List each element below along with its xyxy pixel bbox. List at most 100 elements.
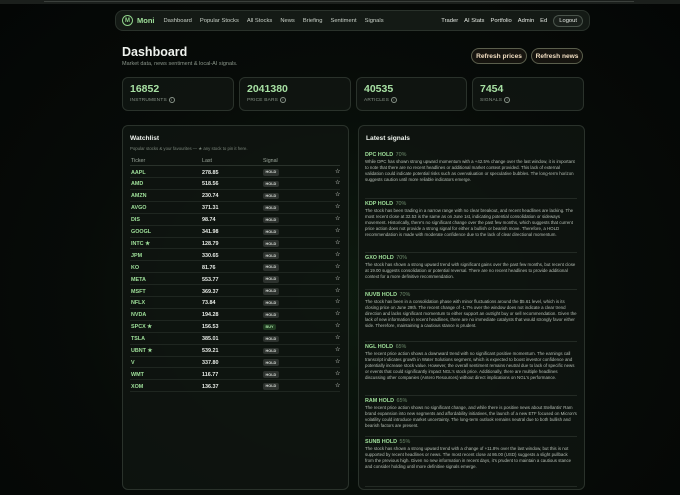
info-icon[interactable]: i bbox=[168, 97, 175, 103]
signal-heading[interactable]: NUVB HOLD 70% bbox=[365, 292, 577, 298]
star-outline-icon[interactable]: ☆ bbox=[335, 323, 340, 329]
signal-heading[interactable]: GXO HOLD 70% bbox=[365, 255, 577, 261]
ticker-link[interactable]: AMZN bbox=[131, 193, 147, 199]
refresh-prices-button[interactable]: Refresh prices bbox=[471, 48, 527, 64]
info-icon[interactable]: i bbox=[280, 97, 287, 103]
signal-heading[interactable]: NGL HOLD 65% bbox=[365, 344, 577, 350]
watchlist-row[interactable]: UBNT ★ 539.21 HOLD ☆ bbox=[130, 346, 340, 357]
star-outline-icon[interactable]: ☆ bbox=[335, 169, 340, 175]
watchlist-row[interactable]: AAPL 278.85 HOLD ☆ bbox=[130, 167, 340, 178]
star-outline-icon[interactable]: ☆ bbox=[335, 347, 340, 353]
ticker-link[interactable]: META bbox=[131, 277, 146, 283]
ticker-link[interactable]: GOOGL bbox=[131, 229, 151, 235]
signal-ticker-action[interactable]: KDP HOLD bbox=[365, 201, 393, 207]
ticker-link[interactable]: MSFT bbox=[131, 289, 146, 295]
watchlist-row[interactable]: DIS 98.74 HOLD ☆ bbox=[130, 215, 340, 226]
nav-link-dashboard[interactable]: Dashboard bbox=[164, 18, 192, 24]
nav-link-signals[interactable]: Signals bbox=[365, 18, 384, 24]
nav-link-news[interactable]: News bbox=[280, 18, 295, 24]
ticker-link[interactable]: WMT bbox=[131, 372, 144, 378]
star-outline-icon[interactable]: ☆ bbox=[335, 264, 340, 270]
signal-item[interactable]: RAM HOLD 65% The recent price action show… bbox=[365, 398, 577, 429]
signal-item[interactable]: GXO HOLD 70% The stock has shown a strong… bbox=[365, 255, 577, 280]
star-outline-icon[interactable]: ☆ bbox=[335, 192, 340, 198]
signal-item[interactable]: SUNB HOLD 55% The stock has shown a stron… bbox=[365, 439, 577, 470]
watchlist-row[interactable]: INTC ★ 128.79 HOLD ☆ bbox=[130, 238, 340, 250]
watchlist-row[interactable]: V 337.80 HOLD ☆ bbox=[130, 357, 340, 369]
star-outline-icon[interactable]: ☆ bbox=[335, 383, 340, 389]
signal-ticker-action[interactable]: SUNB HOLD bbox=[365, 439, 397, 445]
ticker-link[interactable]: XOM bbox=[131, 384, 143, 390]
star-outline-icon[interactable]: ☆ bbox=[335, 252, 340, 258]
star-outline-icon[interactable]: ☆ bbox=[335, 311, 340, 317]
watchlist-row[interactable]: NVDA 194.28 HOLD ☆ bbox=[130, 310, 340, 321]
refresh-news-button[interactable]: Refresh news bbox=[531, 48, 583, 64]
nav-link-ai-stats[interactable]: AI Stats bbox=[464, 18, 484, 24]
info-icon[interactable]: i bbox=[390, 97, 397, 103]
star-outline-icon[interactable]: ☆ bbox=[335, 180, 340, 186]
ticker-link[interactable]: JPM bbox=[131, 253, 142, 259]
ticker-link[interactable]: UBNT ★ bbox=[131, 348, 152, 354]
nav-link-admin[interactable]: Admin bbox=[518, 18, 534, 24]
ticker-link[interactable]: AVGO bbox=[131, 205, 146, 211]
signal-item[interactable]: NGL HOLD 65% The recent price action show… bbox=[365, 344, 577, 381]
signal-heading[interactable]: SUNB HOLD 55% bbox=[365, 439, 577, 445]
ticker-link[interactable]: KO bbox=[131, 265, 139, 271]
watchlist-row[interactable]: AMZN 230.74 HOLD ☆ bbox=[130, 191, 340, 202]
star-outline-icon[interactable]: ☆ bbox=[335, 299, 340, 305]
moni-logo-icon[interactable]: M bbox=[122, 15, 133, 26]
star-outline-icon[interactable]: ☆ bbox=[335, 288, 340, 294]
star-outline-icon[interactable]: ☆ bbox=[335, 335, 340, 341]
signal-heading[interactable]: DPC HOLD 70% bbox=[365, 152, 577, 158]
nav-link-popular-stocks[interactable]: Popular Stocks bbox=[200, 18, 239, 24]
signal-heading[interactable]: PRR-A HOLD 75% bbox=[365, 489, 577, 490]
watchlist-row[interactable]: GOOGL 341.98 HOLD ☆ bbox=[130, 227, 340, 238]
star-outline-icon[interactable]: ☆ bbox=[335, 276, 340, 282]
nav-link-portfolio[interactable]: Portfolio bbox=[490, 18, 511, 24]
signal-item[interactable]: NUVB HOLD 70% The stock has been in a con… bbox=[365, 292, 577, 329]
signal-ticker-action[interactable]: NGL HOLD bbox=[365, 344, 393, 350]
signal-ticker-action[interactable]: GXO HOLD bbox=[365, 255, 394, 261]
star-outline-icon[interactable]: ☆ bbox=[335, 228, 340, 234]
ticker-link[interactable]: SPCX ★ bbox=[131, 324, 152, 330]
ticker-link[interactable]: AAPL bbox=[131, 170, 146, 176]
star-outline-icon[interactable]: ☆ bbox=[335, 240, 340, 246]
watchlist-row[interactable]: WMT 116.77 HOLD ☆ bbox=[130, 369, 340, 381]
info-icon[interactable]: i bbox=[504, 97, 511, 103]
nav-link-user[interactable]: Ed bbox=[540, 18, 547, 24]
brand-name[interactable]: Moni bbox=[137, 16, 155, 25]
ticker-link[interactable]: V bbox=[131, 360, 135, 366]
watchlist-row[interactable]: MSFT 369.37 HOLD ☆ bbox=[130, 286, 340, 297]
nav-link-briefing[interactable]: Briefing bbox=[303, 18, 323, 24]
star-outline-icon[interactable]: ☆ bbox=[335, 359, 340, 365]
signal-ticker-action[interactable]: NUVB HOLD bbox=[365, 292, 397, 298]
watchlist-row[interactable]: SPCX ★ 156.53 BUY ☆ bbox=[130, 322, 340, 333]
signal-heading[interactable]: KDP HOLD 70% bbox=[365, 201, 577, 207]
signal-item[interactable]: KDP HOLD 70% The stock has been trading i… bbox=[365, 201, 577, 238]
watchlist-row[interactable]: META 553.77 HOLD ☆ bbox=[130, 274, 340, 286]
signal-ticker-action[interactable]: PRR-A HOLD bbox=[365, 489, 399, 490]
star-outline-icon[interactable]: ☆ bbox=[335, 216, 340, 222]
watchlist-row[interactable]: TSLA 385.01 HOLD ☆ bbox=[130, 334, 340, 345]
ticker-link[interactable]: INTC ★ bbox=[131, 241, 150, 247]
watchlist-row[interactable]: AMD 518.56 HOLD ☆ bbox=[130, 179, 340, 190]
watchlist-row[interactable]: JPM 330.65 HOLD ☆ bbox=[130, 250, 340, 262]
signal-item[interactable]: DPC HOLD 70% While DPC has shown strong u… bbox=[365, 152, 577, 183]
ticker-link[interactable]: AMD bbox=[131, 181, 143, 187]
star-outline-icon[interactable]: ☆ bbox=[335, 204, 340, 210]
ticker-link[interactable]: NFLX bbox=[131, 300, 145, 306]
nav-link-sentiment[interactable]: Sentiment bbox=[330, 18, 356, 24]
nav-link-all-stocks[interactable]: All Stocks bbox=[247, 18, 272, 24]
ticker-link[interactable]: DIS bbox=[131, 217, 140, 223]
watchlist-row[interactable]: AVGO 371.31 HOLD ☆ bbox=[130, 203, 340, 214]
signal-ticker-action[interactable]: DPC HOLD bbox=[365, 152, 393, 158]
watchlist-row[interactable]: XOM 136.37 HOLD ☆ bbox=[130, 381, 340, 393]
star-outline-icon[interactable]: ☆ bbox=[335, 371, 340, 377]
watchlist-row[interactable]: NFLX 73.84 HOLD ☆ bbox=[130, 298, 340, 309]
watchlist-row[interactable]: KO 81.76 HOLD ☆ bbox=[130, 262, 340, 274]
signal-ticker-action[interactable]: RAM HOLD bbox=[365, 398, 394, 404]
ticker-link[interactable]: NVDA bbox=[131, 312, 146, 318]
signal-heading[interactable]: RAM HOLD 65% bbox=[365, 398, 577, 404]
signal-item[interactable]: PRR-A HOLD 75% bbox=[365, 489, 577, 490]
nav-link-trader[interactable]: Trader bbox=[441, 18, 458, 24]
